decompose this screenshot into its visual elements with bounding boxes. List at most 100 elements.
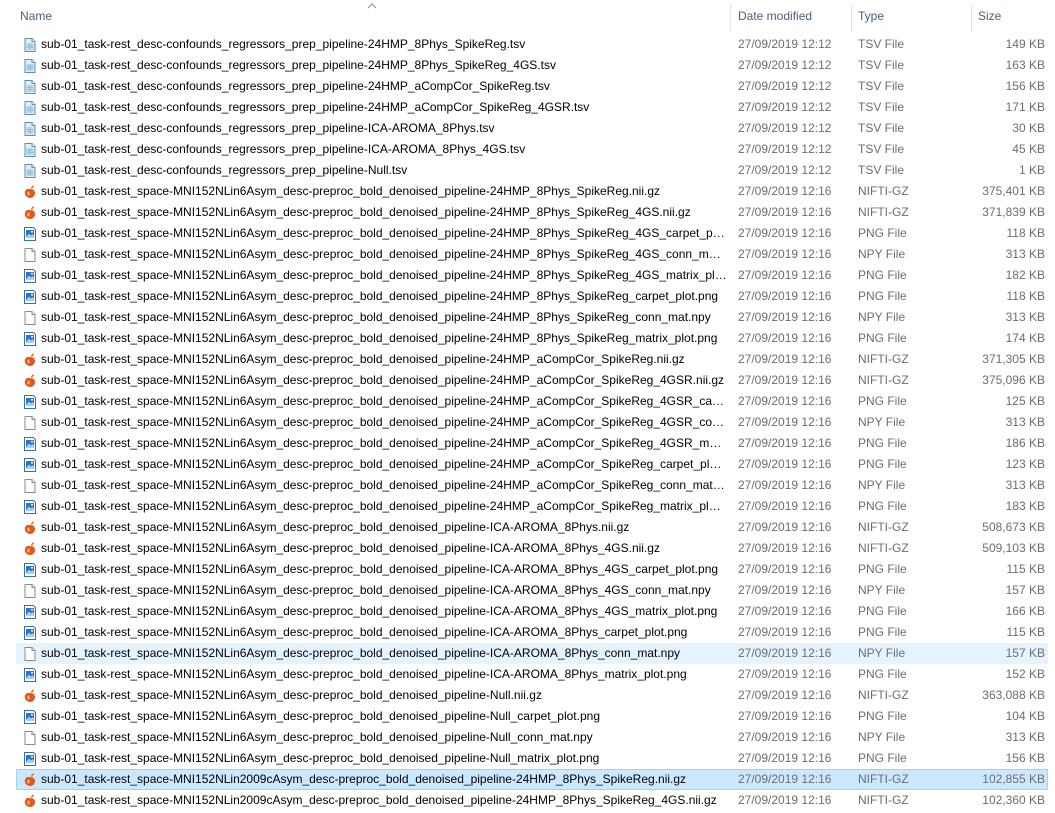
png-file-icon: [22, 751, 38, 767]
file-row[interactable]: sub-01_task-rest_space-MNI152NLin6Asym_d…: [16, 706, 1048, 727]
file-row[interactable]: sub-01_task-rest_space-MNI152NLin6Asym_d…: [16, 727, 1048, 748]
file-date-modified: 27/09/2019 12:16: [738, 499, 832, 513]
file-row[interactable]: sub-01_task-rest_space-MNI152NLin6Asym_d…: [16, 643, 1048, 664]
file-row[interactable]: sub-01_task-rest_space-MNI152NLin6Asym_d…: [16, 538, 1048, 559]
file-name: sub-01_task-rest_space-MNI152NLin6Asym_d…: [41, 562, 719, 576]
file-row[interactable]: sub-01_task-rest_desc-confounds_regresso…: [16, 97, 1048, 118]
file-row[interactable]: sub-01_task-rest_space-MNI152NLin6Asym_d…: [16, 433, 1048, 454]
file-type: PNG File: [858, 562, 907, 576]
png-file-icon: [22, 604, 38, 620]
file-type: NPY File: [858, 478, 906, 492]
file-row[interactable]: sub-01_task-rest_space-MNI152NLin6Asym_d…: [16, 601, 1048, 622]
file-row[interactable]: sub-01_task-rest_desc-confounds_regresso…: [16, 118, 1048, 139]
file-date-modified: 27/09/2019 12:16: [738, 457, 832, 471]
file-type: PNG File: [858, 625, 907, 639]
file-row[interactable]: sub-01_task-rest_space-MNI152NLin6Asym_d…: [16, 559, 1048, 580]
file-date-modified: 27/09/2019 12:12: [738, 37, 832, 51]
file-size: 156 KB: [1005, 751, 1045, 765]
png-file-icon: [22, 667, 38, 683]
file-size: 313 KB: [1005, 415, 1045, 429]
file-row[interactable]: sub-01_task-rest_space-MNI152NLin6Asym_d…: [16, 286, 1048, 307]
file-row[interactable]: sub-01_task-rest_space-MNI152NLin6Asym_d…: [16, 454, 1048, 475]
file-size: 166 KB: [1005, 604, 1045, 618]
file-size: 115 KB: [1006, 625, 1045, 639]
file-name: sub-01_task-rest_space-MNI152NLin6Asym_d…: [41, 331, 718, 345]
file-date-modified: 27/09/2019 12:12: [738, 79, 832, 93]
file-row[interactable]: sub-01_task-rest_space-MNI152NLin6Asym_d…: [16, 517, 1048, 538]
sort-ascending-icon: [367, 3, 377, 9]
file-size: 102,360 KB: [982, 793, 1045, 807]
file-name: sub-01_task-rest_space-MNI152NLin6Asym_d…: [41, 310, 711, 324]
file-type: TSV File: [858, 142, 905, 156]
file-type: NIFTI-GZ: [858, 184, 909, 198]
png-file-icon: [22, 436, 38, 452]
file-row[interactable]: sub-01_task-rest_space-MNI152NLin6Asym_d…: [16, 391, 1048, 412]
file-name: sub-01_task-rest_space-MNI152NLin6Asym_d…: [41, 688, 542, 702]
file-name: sub-01_task-rest_space-MNI152NLin2009cAs…: [41, 793, 717, 807]
file-name: sub-01_task-rest_space-MNI152NLin6Asym_d…: [41, 604, 718, 618]
file-row[interactable]: sub-01_task-rest_desc-confounds_regresso…: [16, 160, 1048, 181]
file-row[interactable]: sub-01_task-rest_space-MNI152NLin6Asym_d…: [16, 748, 1048, 769]
file-type: NIFTI-GZ: [858, 772, 909, 786]
file-size: 152 KB: [1005, 667, 1045, 681]
file-row[interactable]: sub-01_task-rest_space-MNI152NLin6Asym_d…: [16, 622, 1048, 643]
file-size: 186 KB: [1005, 436, 1045, 450]
file-name: sub-01_task-rest_space-MNI152NLin6Asym_d…: [41, 709, 600, 723]
file-row[interactable]: sub-01_task-rest_space-MNI152NLin6Asym_d…: [16, 223, 1048, 244]
file-size: 508,673 KB: [982, 520, 1045, 534]
file-row[interactable]: sub-01_task-rest_space-MNI152NLin6Asym_d…: [16, 370, 1048, 391]
file-name: sub-01_task-rest_space-MNI152NLin6Asym_d…: [41, 541, 660, 555]
file-type: PNG File: [858, 394, 907, 408]
file-name: sub-01_task-rest_space-MNI152NLin6Asym_d…: [41, 457, 727, 471]
file-name: sub-01_task-rest_space-MNI152NLin6Asym_d…: [41, 289, 719, 303]
file-row[interactable]: sub-01_task-rest_space-MNI152NLin6Asym_d…: [16, 412, 1048, 433]
file-row[interactable]: sub-01_task-rest_space-MNI152NLin6Asym_d…: [16, 580, 1048, 601]
png-file-icon: [22, 625, 38, 641]
file-type: TSV File: [858, 100, 905, 114]
file-row[interactable]: sub-01_task-rest_space-MNI152NLin6Asym_d…: [16, 328, 1048, 349]
png-file-icon: [22, 457, 38, 473]
file-row[interactable]: sub-01_task-rest_desc-confounds_regresso…: [16, 76, 1048, 97]
file-size: 174 KB: [1005, 331, 1045, 345]
file-date-modified: 27/09/2019 12:12: [738, 163, 832, 177]
png-file-icon: [22, 499, 38, 515]
file-name: sub-01_task-rest_space-MNI152NLin6Asym_d…: [41, 394, 727, 408]
file-row[interactable]: sub-01_task-rest_desc-confounds_regresso…: [16, 55, 1048, 76]
file-row[interactable]: sub-01_task-rest_space-MNI152NLin2009cAs…: [16, 769, 1048, 790]
file-row[interactable]: sub-01_task-rest_space-MNI152NLin6Asym_d…: [16, 349, 1048, 370]
file-type: PNG File: [858, 751, 907, 765]
file-name: sub-01_task-rest_desc-confounds_regresso…: [41, 37, 526, 51]
file-row[interactable]: sub-01_task-rest_space-MNI152NLin6Asym_d…: [16, 202, 1048, 223]
file-row[interactable]: sub-01_task-rest_space-MNI152NLin6Asym_d…: [16, 664, 1048, 685]
file-row[interactable]: sub-01_task-rest_space-MNI152NLin6Asym_d…: [16, 685, 1048, 706]
file-row[interactable]: sub-01_task-rest_space-MNI152NLin6Asym_d…: [16, 307, 1048, 328]
tsv-file-icon: [22, 79, 38, 95]
file-name: sub-01_task-rest_desc-confounds_regresso…: [41, 163, 408, 177]
file-name: sub-01_task-rest_desc-confounds_regresso…: [41, 58, 556, 72]
column-divider[interactable]: [730, 4, 731, 32]
column-header-size[interactable]: Size: [972, 0, 1052, 33]
file-row[interactable]: sub-01_task-rest_space-MNI152NLin6Asym_d…: [16, 265, 1048, 286]
file-row[interactable]: sub-01_task-rest_space-MNI152NLin6Asym_d…: [16, 475, 1048, 496]
file-row[interactable]: sub-01_task-rest_desc-confounds_regresso…: [16, 139, 1048, 160]
file-type: TSV File: [858, 79, 905, 93]
column-header-type[interactable]: Type: [852, 0, 970, 33]
file-type: NIFTI-GZ: [858, 541, 909, 555]
column-header-date-modified[interactable]: Date modified: [732, 0, 850, 33]
blank-file-icon: [22, 247, 38, 263]
file-date-modified: 27/09/2019 12:16: [738, 583, 832, 597]
file-row[interactable]: sub-01_task-rest_desc-confounds_regresso…: [16, 34, 1048, 55]
file-date-modified: 27/09/2019 12:16: [738, 415, 832, 429]
file-date-modified: 27/09/2019 12:16: [738, 226, 832, 240]
file-row[interactable]: sub-01_task-rest_space-MNI152NLin6Asym_d…: [16, 496, 1048, 517]
file-type: PNG File: [858, 436, 907, 450]
file-name: sub-01_task-rest_space-MNI152NLin6Asym_d…: [41, 205, 691, 219]
file-row[interactable]: sub-01_task-rest_space-MNI152NLin6Asym_d…: [16, 244, 1048, 265]
file-row[interactable]: sub-01_task-rest_space-MNI152NLin6Asym_d…: [16, 181, 1048, 202]
file-date-modified: 27/09/2019 12:16: [738, 394, 832, 408]
file-row[interactable]: sub-01_task-rest_space-MNI152NLin2009cAs…: [16, 790, 1048, 811]
file-size: 375,401 KB: [982, 184, 1045, 198]
tsv-file-icon: [22, 37, 38, 53]
file-size: 375,096 KB: [982, 373, 1045, 387]
file-date-modified: 27/09/2019 12:16: [738, 709, 832, 723]
